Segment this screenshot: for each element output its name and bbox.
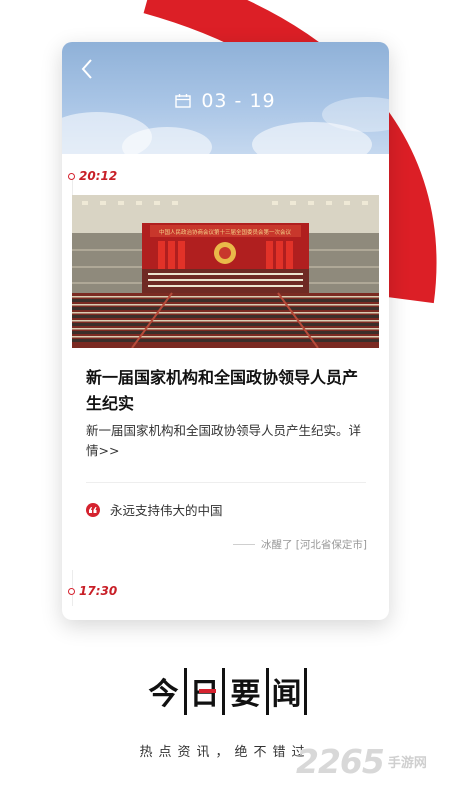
- brand-title: 今 日 要 闻: [143, 666, 307, 716]
- news-title[interactable]: 新一届国家机构和全国政协领导人员产生纪实: [86, 365, 371, 417]
- phone-card: 03 - 19 20:12 中国人民政治协商会议第十三届全国委员会第一次会议 新…: [62, 42, 389, 620]
- svg-text:中国人民政治协商会议第十三届全国委员会第一次会议: 中国人民政治协商会议第十三届全国委员会第一次会议: [159, 228, 292, 236]
- news-photo[interactable]: 中国人民政治协商会议第十三届全国委员会第一次会议: [72, 195, 379, 348]
- calendar-icon: [175, 94, 192, 108]
- news-summary: 新一届国家机构和全国政协领导人员产生纪实。详情>>: [86, 421, 371, 461]
- brand-char: 要: [230, 677, 261, 712]
- brand-char: 闻: [266, 667, 307, 715]
- comment-byline: 冰醒了 [河北省保定市]: [232, 537, 367, 552]
- timeline-time: 17:30: [79, 584, 118, 598]
- quote-icon: [86, 502, 100, 517]
- date-label: 03 - 19: [201, 90, 276, 112]
- date-display[interactable]: 03 - 19: [62, 88, 389, 114]
- watermark-logo: 2265 手游网: [296, 742, 427, 781]
- chevron-left-icon: [81, 59, 92, 79]
- byline-dash: [232, 544, 255, 545]
- timeline-marker: 20:12: [68, 169, 117, 183]
- watermark-text: 手游网: [387, 756, 427, 771]
- brand-char: 日: [184, 667, 225, 715]
- featured-comment[interactable]: 永远支持伟大的中国: [86, 500, 223, 519]
- timeline-dot: [68, 172, 75, 180]
- timeline-time: 20:12: [79, 169, 118, 183]
- brand-char: 今: [148, 677, 179, 712]
- news-item[interactable]: 中国人民政治协商会议第十三届全国委员会第一次会议 新一届国家机构和全国政协领导人…: [72, 195, 379, 570]
- news-summary-text: 新一届国家机构和全国政协领导人员产生纪实。: [86, 423, 349, 438]
- timeline-dot: [68, 587, 75, 595]
- divider: [86, 482, 366, 483]
- timeline-marker: 17:30: [68, 584, 117, 598]
- comment-text: 永远支持伟大的中国: [110, 503, 223, 518]
- assembly-hall-image: 中国人民政治协商会议第十三届全国委员会第一次会议: [72, 195, 379, 348]
- date-header: 03 - 19: [62, 42, 389, 154]
- watermark-number: 2265: [296, 742, 385, 781]
- brand-red-mark: [199, 688, 216, 693]
- byline-text: 冰醒了 [河北省保定市]: [260, 539, 367, 551]
- back-button[interactable]: [74, 56, 100, 82]
